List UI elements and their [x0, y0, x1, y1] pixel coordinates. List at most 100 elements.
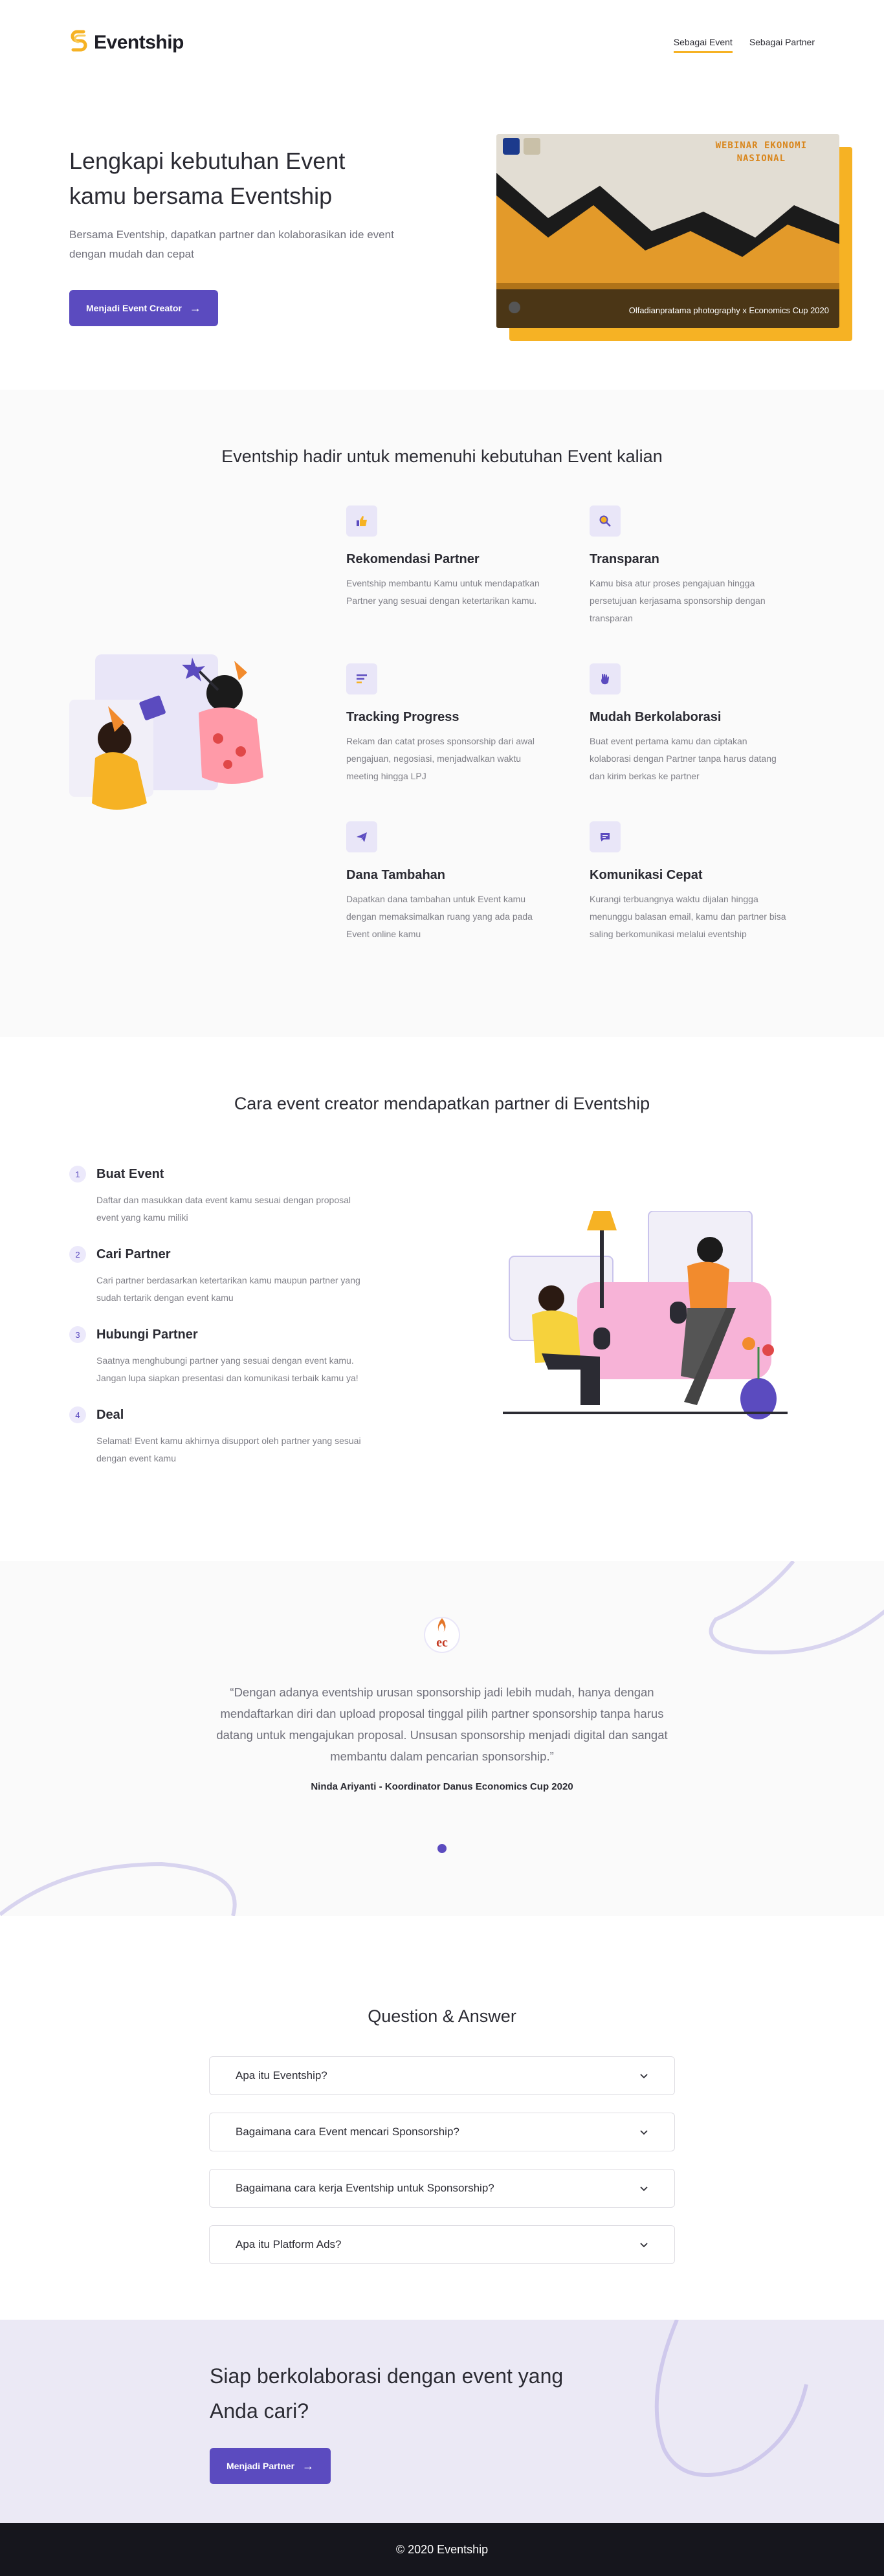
testimonial-author: Ninda Ariyanti - Koordinator Danus Econo… — [311, 1781, 573, 1792]
hero-title: Lengkapi kebutuhan Event kamu bersama Ev… — [69, 144, 432, 214]
feature-card: Rekomendasi Partner Eventship membantu K… — [346, 505, 590, 627]
thumbs-up-icon — [346, 505, 377, 537]
qa-question: Apa itu Eventship? — [236, 2069, 327, 2082]
send-icon — [346, 821, 377, 852]
photo-title-line-1: WEBINAR EKONOMI — [715, 140, 807, 151]
chat-icon — [590, 821, 621, 852]
logo-text: ec — [436, 1636, 448, 1650]
step-desc: Saatnya menghubungi partner yang sesuai … — [96, 1355, 359, 1383]
step-number: 1 — [69, 1166, 86, 1183]
economics-cup-logo: ec — [423, 1613, 461, 1660]
feature-card: Tracking Progress Rekam dan catat proses… — [346, 663, 590, 785]
features-title: Eventship hadir untuk memenuhi kebutuhan… — [221, 447, 663, 466]
feature-title: Mudah Berkolaborasi — [590, 710, 722, 724]
feature-title: Komunikasi Cepat — [590, 868, 703, 882]
top-nav: Eventship Sebagai Event Sebagai Partner — [0, 0, 884, 85]
cta-title-line-1: Siap berkolaborasi dengan event yang — [210, 2364, 564, 2388]
feature-desc: Dapatkan dana tambahan untuk Event kamu … — [346, 894, 533, 939]
feature-desc: Eventship membantu Kamu untuk mendapatka… — [346, 578, 540, 606]
chevron-down-icon — [640, 2243, 648, 2248]
features-body: Rekomendasi Partner Eventship membantu K… — [0, 467, 884, 943]
cta-title: Siap berkolaborasi dengan event yang And… — [210, 2359, 624, 2428]
step-desc: Daftar dan masukkan data event kamu sesu… — [96, 1195, 351, 1223]
feature-card: Komunikasi Cepat Kurangi terbuangnya wak… — [590, 821, 833, 943]
feature-card: Dana Tambahan Dapatkan dana tambahan unt… — [346, 821, 590, 943]
hero-title-line-1: Lengkapi kebutuhan Event — [69, 148, 346, 174]
step-item: 1 Buat Event Daftar dan masukkan data ev… — [69, 1166, 393, 1227]
feature-desc: Rekam dan catat proses sponsorship dari … — [346, 736, 535, 781]
decorative-curve — [709, 1561, 884, 1655]
photo-title: WEBINAR EKONOMI NASIONAL — [716, 139, 807, 165]
feature-card: Mudah Berkolaborasi Buat event pertama k… — [590, 663, 833, 785]
feature-desc: Kamu bisa atur proses pengajuan hingga p… — [590, 578, 766, 623]
decorative-curve — [0, 1861, 237, 1916]
qa-item[interactable]: Bagaimana cara kerja Eventship untuk Spo… — [209, 2169, 675, 2208]
qa-item[interactable]: Bagaimana cara Event mencari Sponsorship… — [209, 2113, 675, 2151]
feature-desc: Kurangi terbuangnya waktu dijalan hingga… — [590, 894, 786, 939]
photo-caption: Olfadianpratama photography x Economics … — [628, 305, 829, 315]
cta-title-line-2: Anda cari? — [210, 2399, 309, 2423]
brand-logo-link[interactable]: Eventship — [69, 29, 184, 56]
arrow-right-icon: → — [302, 2459, 315, 2472]
search-icon — [590, 505, 621, 537]
qa-question: Apa itu Platform Ads? — [236, 2238, 342, 2250]
steps-list: 1 Buat Event Daftar dan masukkan data ev… — [69, 1166, 393, 1487]
chevron-down-icon — [640, 2130, 648, 2135]
step-number: 3 — [69, 1326, 86, 1343]
steps-title: Cara event creator mendapatkan partner d… — [234, 1094, 650, 1113]
nav-item-sebagai-partner[interactable]: Sebagai Partner — [749, 33, 815, 53]
qa-title: Question & Answer — [368, 2006, 516, 2026]
hero-title-line-2: kamu bersama Eventship — [69, 183, 333, 209]
hand-icon — [590, 663, 621, 694]
become-partner-label: Menjadi Partner — [227, 2461, 295, 2471]
qa-section: Question & Answer Apa itu Eventship? Bag… — [0, 1916, 884, 2320]
step-title: Hubungi Partner — [96, 1327, 198, 1342]
photo-title-line-2: NASIONAL — [736, 153, 786, 164]
brand-name: Eventship — [94, 32, 184, 53]
step-number: 2 — [69, 1246, 86, 1263]
steps-body: 1 Buat Event Daftar dan masukkan data ev… — [0, 1114, 884, 1487]
features-grid: Rekomendasi Partner Eventship membantu K… — [346, 505, 833, 943]
feature-title: Rekomendasi Partner — [346, 552, 480, 566]
qa-item[interactable]: Apa itu Platform Ads? — [209, 2225, 675, 2264]
hero-section: Lengkapi kebutuhan Event kamu bersama Ev… — [0, 85, 884, 390]
celebration-illustration — [69, 641, 296, 943]
features-section: Eventship hadir untuk memenuhi kebutuhan… — [0, 390, 884, 1037]
chevron-down-icon — [640, 2186, 648, 2192]
copyright-text: © 2020 Eventship — [395, 2542, 489, 2556]
photo-badges — [503, 138, 540, 155]
step-title: Cari Partner — [96, 1247, 171, 1261]
feature-title: Transparan — [590, 552, 659, 566]
feature-title: Tracking Progress — [346, 710, 459, 724]
step-item: 2 Cari Partner Cari partner berdasarkan … — [69, 1246, 393, 1307]
badge-logo-icon — [524, 138, 540, 155]
become-event-creator-button[interactable]: Menjadi Event Creator → — [69, 290, 218, 326]
qa-item[interactable]: Apa itu Eventship? — [209, 2056, 675, 2095]
testimonial-quote: “Dengan adanya eventship urusan sponsors… — [216, 1685, 668, 1763]
step-title: Deal — [96, 1408, 124, 1422]
feature-card: Transparan Kamu bisa atur proses pengaju… — [590, 505, 833, 627]
carousel-dot[interactable] — [437, 1844, 447, 1853]
step-item: 4 Deal Selamat! Event kamu akhirnya disu… — [69, 1406, 393, 1467]
chevron-down-icon — [640, 2074, 648, 2079]
become-event-creator-label: Menjadi Event Creator — [86, 303, 182, 313]
testimonial-section: ec “Dengan adanya eventship urusan spons… — [0, 1561, 884, 1916]
hero-subtitle: Bersama Eventship, dapatkan partner dan … — [69, 228, 394, 260]
nav-links: Sebagai Event Sebagai Partner — [673, 33, 815, 53]
feature-desc: Buat event pertama kamu dan ciptakan kol… — [590, 736, 777, 781]
step-desc: Cari partner berdasarkan ketertarikan ka… — [96, 1275, 360, 1303]
nav-item-sebagai-event[interactable]: Sebagai Event — [673, 33, 733, 53]
step-number: 4 — [69, 1406, 86, 1423]
hero-text: Lengkapi kebutuhan Event kamu bersama Ev… — [69, 137, 432, 390]
become-partner-button[interactable]: Menjadi Partner → — [210, 2448, 331, 2484]
arrow-right-icon: → — [189, 301, 201, 315]
feature-title: Dana Tambahan — [346, 868, 445, 882]
step-item: 3 Hubungi Partner Saatnya menghubungi pa… — [69, 1326, 393, 1387]
badge-logo-icon — [503, 138, 520, 155]
steps-section: Cara event creator mendapatkan partner d… — [0, 1037, 884, 1561]
hero-image-block: WEBINAR EKONOMI NASIONAL Olfadianpratama… — [496, 134, 852, 341]
eventship-logo-icon — [71, 30, 87, 52]
step-desc: Selamat! Event kamu akhirnya disupport o… — [96, 1436, 361, 1463]
step-title: Buat Event — [96, 1167, 164, 1181]
list-icon — [346, 663, 377, 694]
